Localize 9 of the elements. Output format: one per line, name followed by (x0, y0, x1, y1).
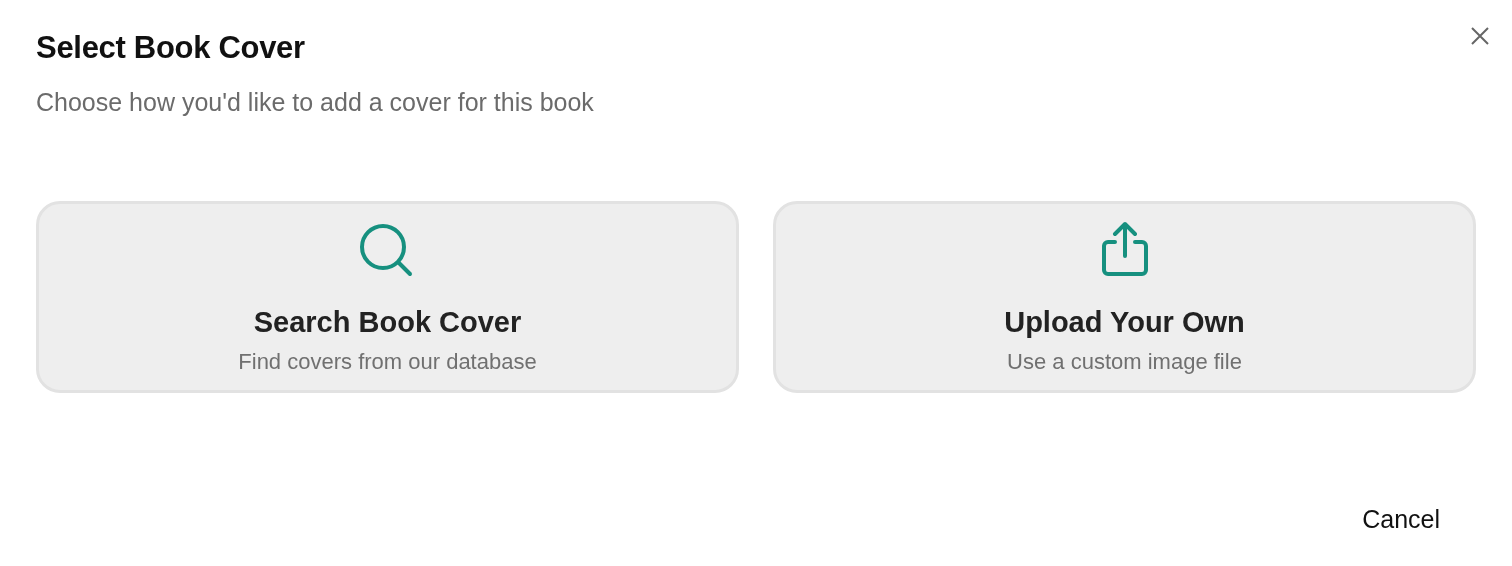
search-option-card[interactable]: Search Book Cover Find covers from our database (36, 201, 739, 393)
cancel-button[interactable]: Cancel (1342, 497, 1476, 542)
option-title: Search Book Cover (253, 306, 522, 339)
dialog-title: Select Book Cover (36, 30, 306, 66)
option-title: Upload Your Own (1004, 306, 1245, 339)
option-description: Find covers from our database (238, 349, 537, 375)
option-description: Use a custom image file (1007, 349, 1242, 375)
dialog-subtitle: Choose how you'd like to add a cover for this book (36, 88, 595, 117)
upload-option-card[interactable]: Upload Your Own Use a custom image file (773, 201, 1476, 393)
